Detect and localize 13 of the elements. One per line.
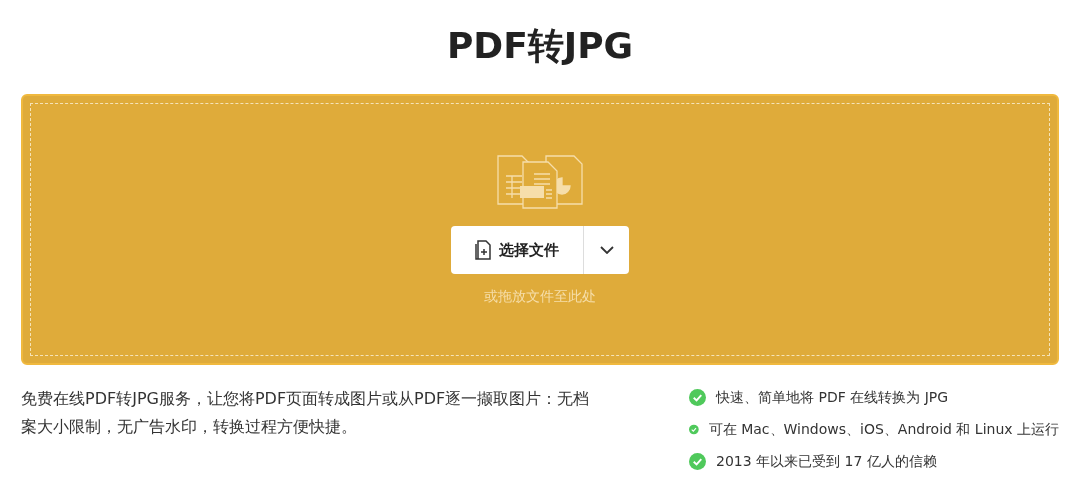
add-file-icon (475, 240, 491, 260)
drop-hint: 或拖放文件至此处 (484, 287, 596, 306)
drop-zone[interactable]: 选择文件 或拖放文件至此处 (21, 94, 1059, 365)
choose-file-button[interactable]: 选择文件 (451, 226, 584, 274)
description-text: 免费在线PDF转JPG服务，让您将PDF页面转成图片或从PDF逐一撷取图片：无档案大小限制，无广告水印，转换过程方便快捷。 (21, 388, 591, 438)
page-title: PDF转JPG (446, 24, 634, 68)
check-icon (689, 453, 706, 470)
feature-text: 可在 Mac、Windows、iOS、Android 和 Linux 上运行 (708, 420, 1059, 439)
feature-text: 2013 年以来已受到 17 亿人的信赖 (716, 452, 937, 471)
feature-text: 快速、简单地将 PDF 在线转换为 JPG (716, 388, 949, 407)
chevron-down-icon (599, 246, 614, 254)
check-icon (689, 389, 706, 406)
documents-icon (496, 154, 584, 210)
